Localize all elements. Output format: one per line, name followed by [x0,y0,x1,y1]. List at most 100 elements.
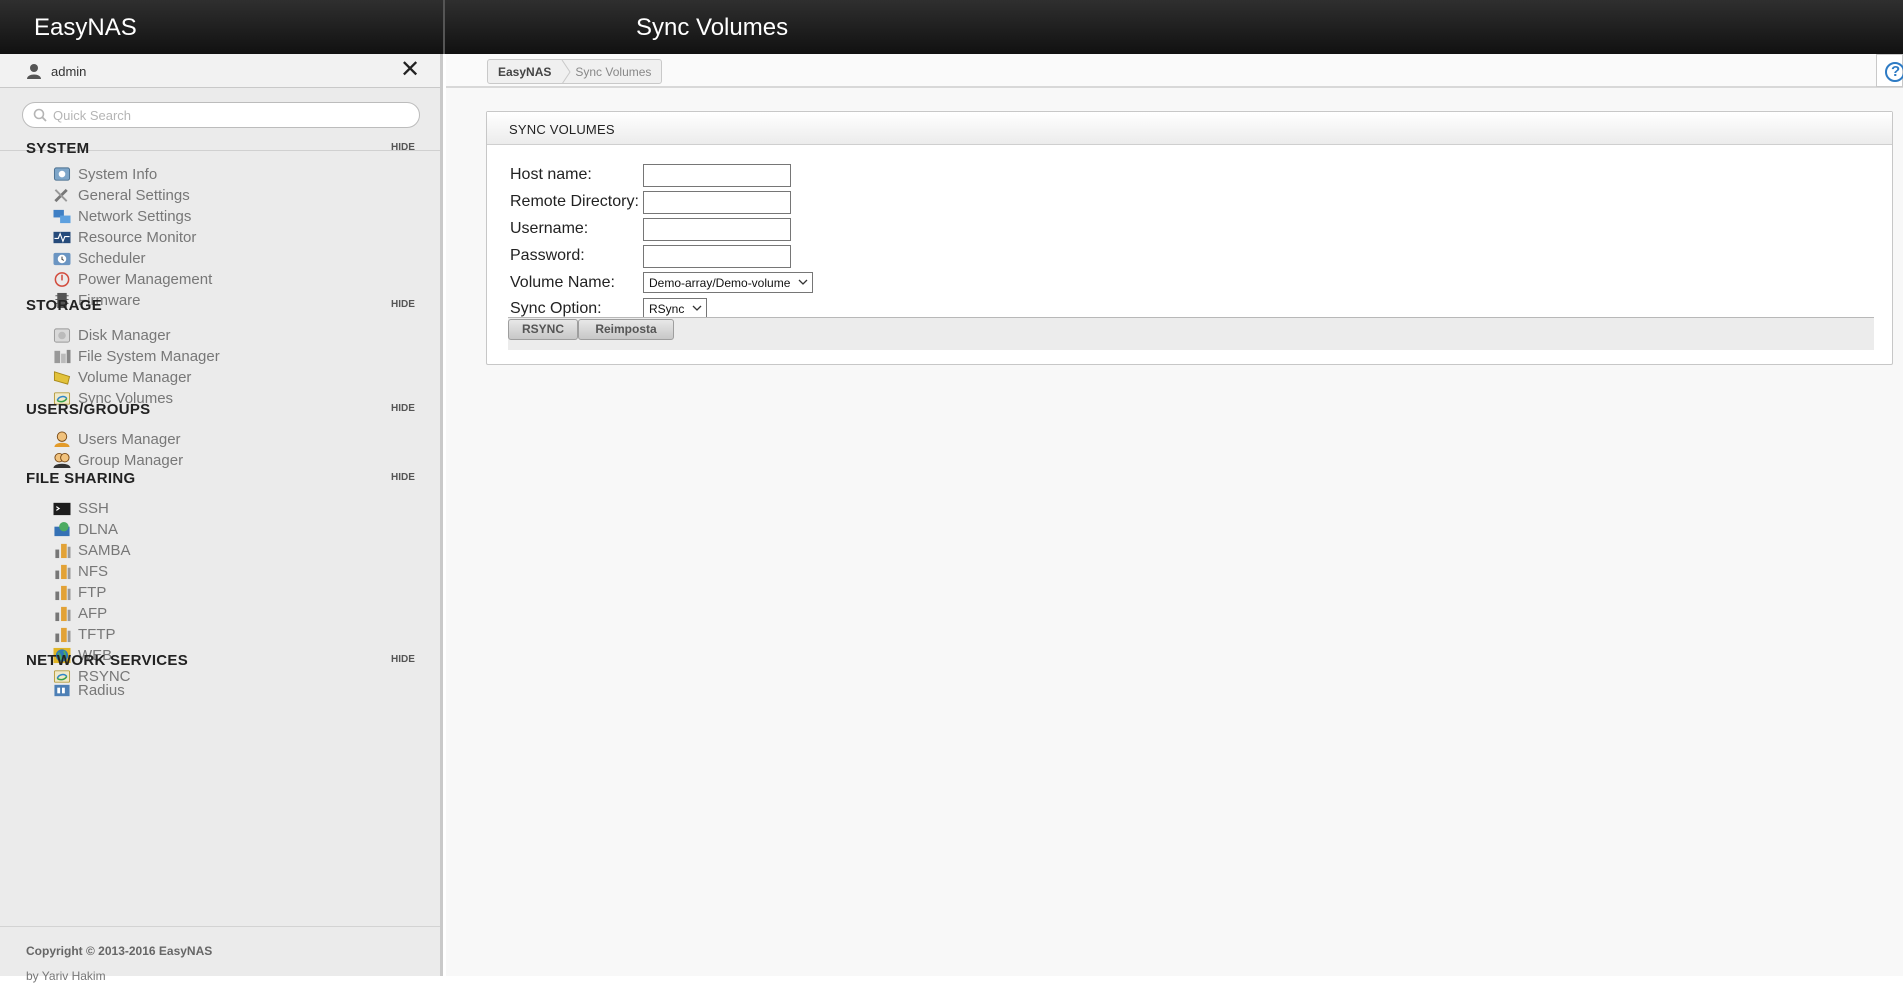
sidebar: admin ✕ SYSTEM HIDE System Info General Set… [0,54,443,983]
sync-option-select[interactable]: RSync [643,298,708,319]
section-title: NETWORK SERVICES [26,652,189,669]
panel-title: SYNC VOLUMES [509,122,615,137]
dlna-icon [54,521,70,537]
password-input[interactable] [643,245,791,268]
sidebar-item-ftp[interactable]: FTP [52,582,352,603]
sidebar-item-nfs[interactable]: NFS [52,561,352,582]
sync-option-label: Sync Option: [510,300,602,317]
share-icon [55,564,71,580]
sidebar-item-samba[interactable]: SAMBA [52,540,352,561]
sidebar-item-file-system-manager[interactable]: File System Manager [52,346,352,367]
user-name[interactable]: admin [51,64,86,79]
breadcrumb-root[interactable]: EasyNAS [488,65,561,79]
section-hide-button[interactable]: HIDE [391,472,415,483]
help-button[interactable]: ? [1876,54,1903,87]
sidebar-item-resource-monitor[interactable]: Resource Monitor [52,227,352,248]
terminal-icon [53,502,71,516]
sidebar-item-label: AFP [78,605,108,622]
sidebar-item-volume-manager[interactable]: Volume Manager [52,367,352,388]
reset-button[interactable]: Reimposta [578,319,674,340]
sidebar-item-label: System Info [78,166,158,183]
network-icon [53,209,71,224]
sidebar-item-users-manager[interactable]: Users Manager [52,429,352,450]
breadcrumb: EasyNAS Sync Volumes [487,59,663,84]
search-input[interactable] [53,106,409,124]
sidebar-item-label: Resource Monitor [78,229,197,246]
sidebar-item-scheduler[interactable]: Scheduler [52,248,352,269]
sidebar-item-label: File System Manager [78,348,220,365]
sidebar-item-label: NFS [78,563,108,580]
nav-list: Radius [52,680,352,701]
breadcrumb-separator-icon [561,59,571,84]
quick-search [22,102,420,128]
sidebar-item-disk-manager[interactable]: Disk Manager [52,325,352,346]
page-title: Sync Volumes [636,14,789,41]
search-icon [33,108,47,122]
rsync-button[interactable]: RSYNC [508,319,578,340]
username-label: Username: [510,220,589,237]
share-icon [55,627,71,643]
sidebar-item-label: Volume Manager [78,369,192,386]
username-input[interactable] [643,218,791,241]
volume-select-value: Demo-array/Demo-volume [649,276,791,290]
sidebar-item-power-management[interactable]: Power Management [52,269,352,290]
sidebar-item-ssh[interactable]: SSH [52,498,352,519]
share-icon [55,543,71,559]
sidebar-item-general-settings[interactable]: General Settings [52,185,352,206]
sidebar-item-label: Network Settings [78,208,192,225]
button-bar: RSYNC Reimposta [508,317,1874,350]
sidebar-item-afp[interactable]: AFP [52,603,352,624]
sidebar-item-system-info[interactable]: System Info [52,164,352,185]
power-icon [54,272,70,287]
system-info-icon [53,167,71,181]
clock-icon [53,252,71,266]
section-title: SYSTEM [26,140,90,157]
close-icon[interactable]: ✕ [400,58,420,82]
nav-list: Users Manager Group Manager [52,429,352,471]
chevron-down-icon [692,305,702,311]
app-brand[interactable]: EasyNAS [34,14,137,42]
chevron-down-icon [798,279,808,285]
sidebar-item-group-manager[interactable]: Group Manager [52,450,352,471]
user-icon [27,64,41,79]
section-hide-button[interactable]: HIDE [391,403,415,414]
tools-icon [54,188,68,203]
sidebar-item-label: Group Manager [78,452,184,469]
remote-dir-input[interactable] [643,191,791,214]
section-title: STORAGE [26,297,103,314]
sidebar-item-label: TFTP [78,626,116,643]
user-icon [54,431,70,448]
section-hide-button[interactable]: HIDE [391,299,415,310]
sidebar-item-label: DLNA [78,521,119,538]
sync-volumes-panel: SYNC VOLUMES Host name: Remote Directory… [486,111,1893,365]
breadcrumb-current: Sync Volumes [575,64,652,79]
share-icon [55,585,71,601]
nav-list: Disk Manager File System Manager Volume Ma… [52,325,352,409]
share-icon [55,606,71,622]
volume-icon [53,371,71,385]
volume-label: Volume Name: [510,274,615,291]
sidebar-item-label: General Settings [78,187,190,204]
group-icon [53,452,71,469]
host-input[interactable] [643,164,791,187]
sidebar-item-network-settings[interactable]: Network Settings [52,206,352,227]
radius-icon [54,684,70,697]
sidebar-item-label: SAMBA [78,542,131,559]
breadcrumb-bar: EasyNAS Sync Volumes ? [446,54,1903,88]
disk-icon [53,328,71,343]
section-hide-button[interactable]: HIDE [391,654,415,665]
sidebar-item-label: Scheduler [78,250,146,267]
copyright-text: Copyright © 2013-2016 EasyNAS [26,944,213,958]
help-icon: ? [1885,62,1903,82]
sidebar-footer: Copyright © 2013-2016 EasyNAS by Yariv H… [0,926,440,983]
sidebar-item-label: Power Management [78,271,213,288]
remote-dir-label: Remote Directory: [510,193,639,210]
volume-select[interactable]: Demo-array/Demo-volume [643,272,814,293]
sidebar-item-radius[interactable]: Radius [52,680,352,701]
sidebar-item-dlna[interactable]: DLNA [52,519,352,540]
section-hide-button[interactable]: HIDE [391,142,415,153]
main-content: EasyNAS Sync Volumes ? SYNC VOLUMES Host… [446,54,1903,976]
sidebar-item-label: Users Manager [78,431,181,448]
sidebar-item-label: FTP [78,584,107,601]
sidebar-item-tftp[interactable]: TFTP [52,624,352,645]
